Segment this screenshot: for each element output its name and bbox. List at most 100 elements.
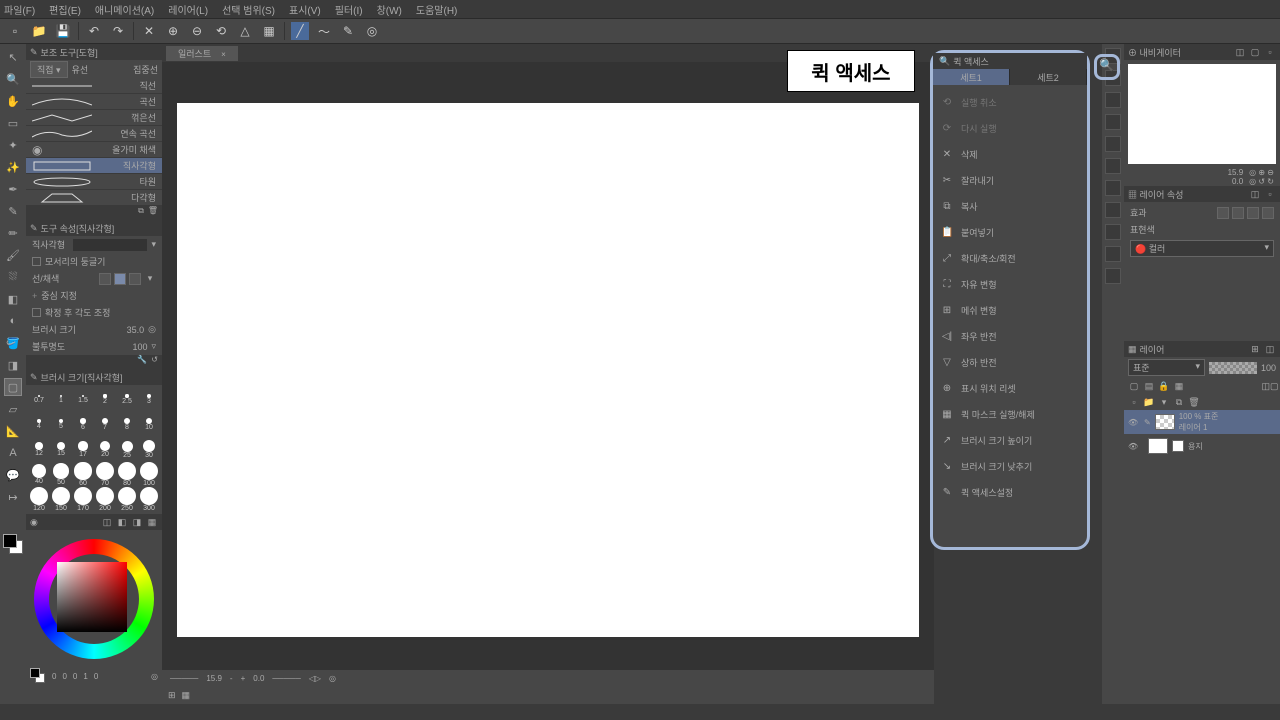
brush-size-cell[interactable]: 120 <box>28 487 50 512</box>
subtool-continuous-curve[interactable]: 연속 곡선 <box>26 126 162 142</box>
lasso-tool-icon[interactable]: ✦ <box>4 136 22 154</box>
brush-size-cell[interactable]: 3 <box>138 387 160 412</box>
brush-size-cell[interactable]: 8 <box>116 412 138 437</box>
quick-item[interactable]: ✕삭제 <box>933 141 1087 167</box>
frame-icon[interactable]: ▦ <box>182 690 191 701</box>
menu-layer[interactable]: 레이어(L) <box>168 2 208 17</box>
brush-size-cell[interactable]: 20 <box>94 437 116 462</box>
undo-icon[interactable]: ↶ <box>85 22 103 40</box>
delete-icon[interactable]: ✕ <box>140 22 158 40</box>
quick-item[interactable]: ⊞메쉬 변형 <box>933 297 1087 323</box>
pencil-tool-icon[interactable]: ✏ <box>4 224 22 242</box>
rotate-icon[interactable]: ⟲ <box>212 22 230 40</box>
snap-curve-icon[interactable]: ～ <box>315 22 333 40</box>
menu-selection[interactable]: 선택 범위(S) <box>222 2 275 17</box>
subtool-panel-header[interactable]: ✎ 보조 도구[도형] <box>26 44 162 60</box>
zoom-slider[interactable]: ───── <box>170 674 198 683</box>
subtool-ellipse[interactable]: 타원 <box>26 174 162 190</box>
save-preset-icon[interactable]: ▾ <box>151 239 156 250</box>
wrench-icon[interactable]: 🔧 <box>137 355 147 369</box>
layers-header[interactable]: ▦ 레이어 ⊞◫ <box>1124 341 1280 357</box>
subtool-straight[interactable]: 직선 <box>26 78 162 94</box>
quick-item[interactable]: ⧉복사 <box>933 193 1087 219</box>
new-folder-icon[interactable]: 📁 <box>1143 396 1155 408</box>
zoom-in-icon[interactable]: ⊕ <box>164 22 182 40</box>
brush-size-cell[interactable]: 4 <box>28 412 50 437</box>
flip-h-icon[interactable]: ◁▷ <box>309 674 321 683</box>
preset-slider[interactable] <box>73 239 147 251</box>
opacity-value[interactable]: 100 <box>117 342 147 352</box>
close-icon[interactable]: × <box>221 50 226 59</box>
gradient-tool-icon[interactable]: ◨ <box>4 356 22 374</box>
canvas-viewport[interactable] <box>162 62 934 670</box>
mode-focus-button[interactable]: 집중선 <box>133 63 158 76</box>
toolprop-panel-header[interactable]: ✎ 도구 속성[직사각형] <box>26 220 162 236</box>
brush-size-cell[interactable]: 0.7 <box>28 387 50 412</box>
round-corner-row[interactable]: 모서리의 둥글기 <box>26 253 162 270</box>
brush-size-cell[interactable]: 10 <box>138 412 160 437</box>
quick-item[interactable]: ◁|좌우 반전 <box>933 323 1087 349</box>
frame-tool-icon[interactable]: ▱ <box>4 400 22 418</box>
menu-window[interactable]: 창(W) <box>377 2 402 17</box>
brush-size-cell[interactable]: 250 <box>116 487 138 512</box>
quick-item[interactable]: ✎퀵 액세스설정 <box>933 479 1087 505</box>
move-tool-icon[interactable]: ✋ <box>4 92 22 110</box>
brush-size-cell[interactable]: 1.5 <box>72 387 94 412</box>
dropdown-icon[interactable]: ▾ <box>144 273 156 285</box>
quick-tab-set1[interactable]: 세트1 <box>933 69 1010 85</box>
swatch3-icon[interactable]: ◨ <box>131 516 143 528</box>
swatch1-icon[interactable]: ◫ <box>101 516 113 528</box>
subtool-polyline[interactable]: 꺾은선 <box>26 110 162 126</box>
duplicate-icon[interactable]: ⧉ <box>1173 396 1185 408</box>
both-icon[interactable] <box>129 273 141 285</box>
copy-icon[interactable]: ⧉ <box>138 206 144 220</box>
new-layer-icon[interactable]: ▫ <box>1128 396 1140 408</box>
center-row[interactable]: +중심 지정 <box>26 287 162 304</box>
color-mode-select[interactable]: 🔴 컬러▾ <box>1130 240 1274 257</box>
brush-size-cell[interactable]: 170 <box>72 487 94 512</box>
menu-filter[interactable]: 필터(I) <box>335 2 363 17</box>
quick-access-dock-icon[interactable]: 🔍 <box>1099 58 1114 72</box>
color-wheel[interactable] <box>29 534 159 664</box>
eye-icon[interactable]: 👁 <box>1128 442 1140 451</box>
quick-access-header[interactable]: 🔍 퀵 액세스 <box>933 53 1087 69</box>
swatch4-icon[interactable]: ▦ <box>146 516 158 528</box>
quick-item[interactable]: ▽상하 반전 <box>933 349 1087 375</box>
open-icon[interactable]: 📁 <box>30 22 48 40</box>
brush-size-cell[interactable]: 50 <box>50 462 72 487</box>
subtool-rectangle[interactable]: 직사각형 <box>26 158 162 174</box>
material-7-icon[interactable] <box>1105 180 1121 196</box>
subtool-polygon[interactable]: 다각형 <box>26 190 162 206</box>
brush-size-cell[interactable]: 15 <box>50 437 72 462</box>
color-panel-header[interactable]: ◉ ◫ ◧ ◨ ▦ <box>26 514 162 530</box>
trash-icon[interactable]: 🗑 <box>148 206 158 220</box>
menu-view[interactable]: 표시(V) <box>289 2 321 17</box>
quick-item[interactable]: ⛶자유 변형 <box>933 271 1087 297</box>
wand-tool-icon[interactable]: ✨ <box>4 158 22 176</box>
brush-size-cell[interactable]: 70 <box>94 462 116 487</box>
stepper-icon[interactable]: ▿ <box>151 341 156 352</box>
navigator-preview[interactable] <box>1128 64 1276 164</box>
mode-flow-button[interactable]: 유선 <box>72 63 89 76</box>
blend-select[interactable]: 표준▾ <box>1128 359 1205 376</box>
brush-size-cell[interactable]: 5 <box>50 412 72 437</box>
brush-size-cell[interactable]: 150 <box>50 487 72 512</box>
menu-file[interactable]: 파일(F) <box>4 2 35 17</box>
quick-item[interactable]: ⊕표시 위치 리셋 <box>933 375 1087 401</box>
brush-size-cell[interactable]: 40 <box>28 462 50 487</box>
menu-edit[interactable]: 편집(E) <box>49 2 81 17</box>
marquee-tool-icon[interactable]: ▭ <box>4 114 22 132</box>
subtool-lasso-fill[interactable]: ◉올가미 채색 <box>26 142 162 158</box>
material-3-icon[interactable] <box>1105 92 1121 108</box>
quick-tab-set2[interactable]: 세트2 <box>1010 69 1087 85</box>
menu-help[interactable]: 도움말(H) <box>416 2 457 17</box>
material-10-icon[interactable] <box>1105 246 1121 262</box>
brush-size-cell[interactable]: 12 <box>28 437 50 462</box>
delete-layer-icon[interactable]: 🗑 <box>1188 396 1200 408</box>
shape-tool-icon[interactable]: ▢ <box>4 378 22 396</box>
redo-icon[interactable]: ↷ <box>109 22 127 40</box>
ref-icon[interactable]: ◫ <box>1261 380 1270 392</box>
opacity-slider[interactable] <box>1209 362 1257 374</box>
brush-size-cell[interactable]: 17 <box>72 437 94 462</box>
layerprop-header[interactable]: ▦ 레이어 속성 ◫▫ <box>1124 186 1280 202</box>
